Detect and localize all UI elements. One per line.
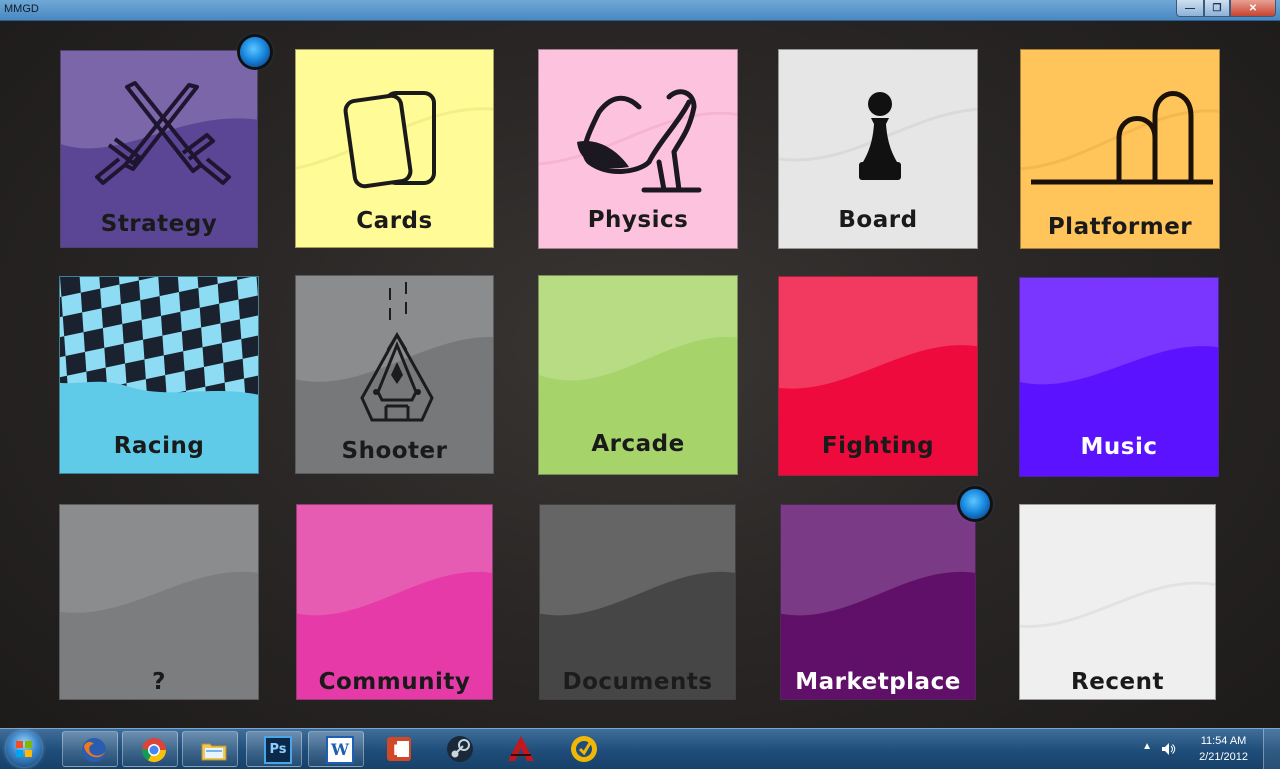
chrome-icon — [142, 738, 166, 763]
tile-label: Racing — [113, 433, 205, 459]
notification-badge-icon — [960, 489, 990, 519]
tile-community[interactable]: Community — [296, 504, 493, 700]
steam-icon[interactable] — [444, 733, 476, 765]
tile-arcade[interactable]: Arcade — [538, 275, 738, 475]
maximize-button[interactable]: ❐ — [1204, 0, 1230, 17]
taskbar-firefox[interactable] — [62, 731, 118, 767]
tile-fighting[interactable]: Fighting — [778, 276, 978, 476]
start-button[interactable] — [6, 731, 42, 767]
taskbar-explorer[interactable] — [182, 731, 238, 767]
clock-date: 2/21/2012 — [1199, 751, 1248, 763]
chess-pawn-icon — [859, 92, 901, 180]
autodesk-icon[interactable] — [505, 733, 537, 765]
tile-label: Documents — [562, 669, 713, 695]
close-button[interactable]: ✕ — [1230, 0, 1276, 17]
tile-label: Recent — [1071, 669, 1164, 695]
explorer-folder-icon — [201, 743, 227, 761]
window-controls: — ❐ ✕ — [1176, 0, 1276, 18]
svg-text:P: P — [393, 743, 403, 759]
minimize-button[interactable]: — — [1176, 0, 1204, 17]
slingshot-icon — [577, 89, 702, 193]
tile-label: Cards — [356, 208, 433, 234]
tile-label: Strategy — [100, 211, 218, 237]
tile-label: Shooter — [341, 438, 448, 464]
tile-strategy[interactable]: Strategy — [60, 50, 258, 248]
crossed-swords-icon — [95, 81, 231, 185]
tile-cards[interactable]: Cards — [295, 49, 494, 248]
photoshop-icon: Ps — [264, 736, 292, 764]
tile-label: Platformer — [1047, 214, 1193, 240]
volume-icon[interactable] — [1160, 741, 1176, 757]
tile-label: Music — [1080, 434, 1158, 460]
clock-time: 11:54 AM — [1200, 735, 1247, 747]
tile-music[interactable]: Music — [1019, 277, 1219, 477]
app-icon[interactable] — [568, 733, 600, 765]
platform-arches-icon — [1031, 91, 1213, 185]
tile-recent[interactable]: Recent — [1019, 504, 1216, 700]
powerpoint-icon[interactable]: P — [383, 733, 415, 765]
taskbar: Ps W P ▲ 11:54 AM 2/21/2012 — [0, 728, 1280, 769]
tile-label: Fighting — [821, 433, 935, 459]
firefox-icon — [82, 738, 106, 762]
tile-racing[interactable]: Racing — [59, 276, 259, 474]
tile-physics[interactable]: Physics — [538, 49, 738, 249]
show-desktop-button[interactable] — [1263, 729, 1280, 769]
taskbar-chrome[interactable] — [122, 731, 178, 767]
tile-label: Marketplace — [795, 669, 961, 695]
spaceship-icon — [360, 282, 434, 422]
tile-label: Physics — [587, 207, 689, 233]
clock[interactable]: 11:54 AM 2/21/2012 — [1199, 733, 1248, 765]
taskbar-photoshop[interactable]: Ps — [246, 731, 302, 767]
tile-unknown[interactable]: ? — [59, 504, 259, 700]
cards-icon — [343, 91, 436, 189]
title-bar: MMGD — ❐ ✕ — [0, 0, 1280, 21]
show-hidden-icons-icon[interactable]: ▲ — [1142, 741, 1152, 752]
tile-label: Arcade — [591, 431, 685, 457]
windows-logo-icon — [16, 741, 32, 757]
tile-marketplace[interactable]: Marketplace — [780, 504, 976, 700]
word-icon: W — [326, 736, 354, 764]
taskbar-word[interactable]: W — [308, 731, 364, 767]
tile-platformer[interactable]: Platformer — [1020, 49, 1220, 249]
notification-badge-icon — [240, 37, 270, 67]
tile-label: Community — [318, 669, 471, 695]
tile-board[interactable]: Board — [778, 49, 978, 249]
window-title: MMGD — [4, 3, 39, 15]
tile-label: Board — [838, 207, 918, 233]
tile-documents[interactable]: Documents — [539, 504, 736, 700]
tile-shooter[interactable]: Shooter — [295, 275, 494, 474]
tile-label: ? — [152, 669, 166, 695]
